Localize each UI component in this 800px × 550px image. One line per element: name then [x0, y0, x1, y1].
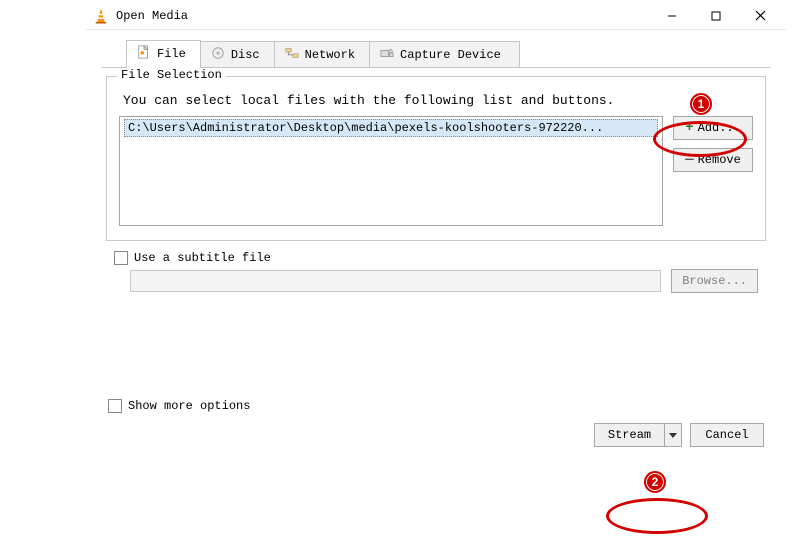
titlebar: Open Media: [86, 0, 786, 30]
tab-disc[interactable]: Disc: [200, 41, 275, 68]
stream-split-button[interactable]: Stream: [594, 423, 682, 447]
group-legend: File Selection: [117, 68, 226, 82]
tab-label: Disc: [231, 48, 260, 62]
client-area: File Disc Network Capture Device File Se…: [86, 30, 786, 461]
subtitle-checkbox[interactable]: [114, 251, 128, 265]
subtitle-checkbox-row[interactable]: Use a subtitle file: [114, 251, 760, 265]
subtitle-path-input: [130, 270, 661, 292]
button-label: Add...: [698, 121, 741, 135]
cancel-button[interactable]: Cancel: [690, 423, 764, 447]
browse-button: Browse...: [671, 269, 758, 293]
button-label: Cancel: [705, 428, 748, 442]
tab-network[interactable]: Network: [274, 41, 370, 68]
footer-buttons: Stream Cancel: [102, 423, 764, 447]
file-selection-group: File Selection You can select local file…: [106, 76, 766, 241]
button-label: Remove: [698, 153, 741, 167]
file-list-item[interactable]: C:\Users\Administrator\Desktop\media\pex…: [124, 119, 658, 137]
tab-capture[interactable]: Capture Device: [369, 41, 520, 68]
show-more-options-checkbox[interactable]: [108, 399, 122, 413]
tab-label: Network: [305, 48, 355, 62]
file-list[interactable]: C:\Users\Administrator\Desktop\media\pex…: [119, 116, 663, 226]
button-label: Stream: [608, 428, 651, 442]
stream-dropdown-toggle[interactable]: [664, 423, 682, 447]
file-selection-hint: You can select local files with the foll…: [123, 93, 751, 108]
tab-label: Capture Device: [400, 48, 501, 62]
disc-icon: [211, 46, 225, 64]
window-title: Open Media: [116, 9, 650, 23]
subtitle-checkbox-label: Use a subtitle file: [134, 251, 271, 265]
tab-bar: File Disc Network Capture Device: [126, 40, 770, 68]
annotation-badge-2: 2: [644, 471, 666, 493]
capture-icon: [380, 46, 394, 64]
add-button[interactable]: + Add...: [673, 116, 753, 140]
close-button[interactable]: [738, 2, 782, 30]
minimize-button[interactable]: [650, 2, 694, 30]
window-controls: [650, 2, 782, 30]
open-media-window: Open Media File Disc Network Capture De: [86, 0, 786, 545]
button-label: Browse...: [682, 274, 747, 288]
show-more-options-label: Show more options: [128, 399, 250, 413]
annotation-badge-1: 1: [690, 93, 712, 115]
tabline: [102, 67, 770, 68]
file-icon: [137, 45, 151, 63]
maximize-button[interactable]: [694, 2, 738, 30]
tab-file[interactable]: File: [126, 40, 201, 68]
tab-label: File: [157, 47, 186, 61]
show-more-options-row[interactable]: Show more options: [108, 399, 766, 413]
remove-button[interactable]: — Remove: [673, 148, 753, 172]
minus-icon: —: [685, 156, 693, 164]
chevron-down-icon: [669, 428, 677, 443]
stream-button[interactable]: Stream: [594, 423, 664, 447]
network-icon: [285, 46, 299, 64]
plus-icon: +: [685, 123, 693, 133]
vlc-cone-icon: [92, 7, 110, 25]
